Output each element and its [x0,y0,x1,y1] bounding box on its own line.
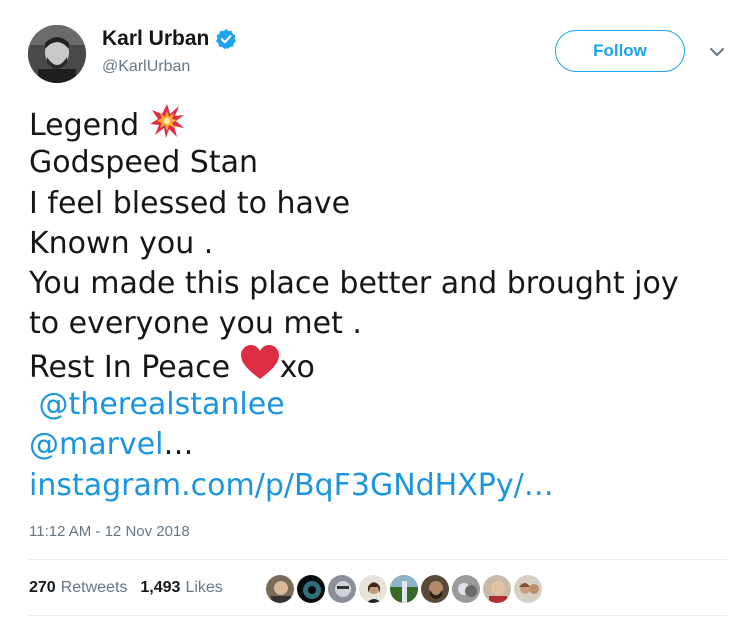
follow-button[interactable]: Follow [555,30,685,72]
author-handle[interactable]: @KarlUrban [102,58,190,76]
tweet-stats: 270 Retweets 1,493 Likes [29,579,236,597]
tweet-line: Godspeed Stan [29,145,259,181]
tweet-line: @marvel… [29,427,194,463]
divider [29,615,727,616]
chevron-down-icon[interactable] [708,44,726,58]
author-name[interactable]: Karl Urban [102,27,209,51]
mention-link[interactable]: @marvel [29,427,164,462]
tweet-line: to everyone you met . [29,306,362,342]
liker-avatar[interactable] [358,574,388,604]
avatar[interactable] [28,25,86,83]
liker-avatars [265,574,544,604]
liker-avatar[interactable] [420,574,450,604]
liker-avatar[interactable] [451,574,481,604]
tweet-timestamp[interactable]: 11:12 AM - 12 Nov 2018 [29,523,190,540]
liker-avatar[interactable] [389,574,419,604]
retweets-stat[interactable]: 270 Retweets [29,579,127,597]
tweet-text: Legend Godspeed Stan I feel blessed to h… [29,103,729,506]
liker-avatar[interactable] [265,574,295,604]
author-name-row: Karl Urban [102,27,237,51]
liker-avatar[interactable] [513,574,543,604]
avatar-image [28,25,86,83]
likes-stat[interactable]: 1,493 Likes [140,579,222,597]
instagram-link[interactable]: instagram.com/p/BqF3GNdHXPy/… [29,468,554,503]
liker-avatar[interactable] [327,574,357,604]
tweet-line: Legend [29,103,729,143]
divider [29,559,727,560]
tweet-line: instagram.com/p/BqF3GNdHXPy/… [29,466,729,506]
tweet-line: You made this place better and brought j… [29,266,679,302]
mention-link[interactable]: @therealstanlee [39,387,285,422]
tweet-line: Known you . [29,225,214,261]
liker-avatar[interactable] [296,574,326,604]
tweet-line: @therealstanlee [29,385,729,425]
verified-badge-icon [215,28,237,50]
tweet-line: Rest In Peace xo [29,344,729,385]
tweet-line: I feel blessed to have [29,185,351,221]
liker-avatar[interactable] [482,574,512,604]
